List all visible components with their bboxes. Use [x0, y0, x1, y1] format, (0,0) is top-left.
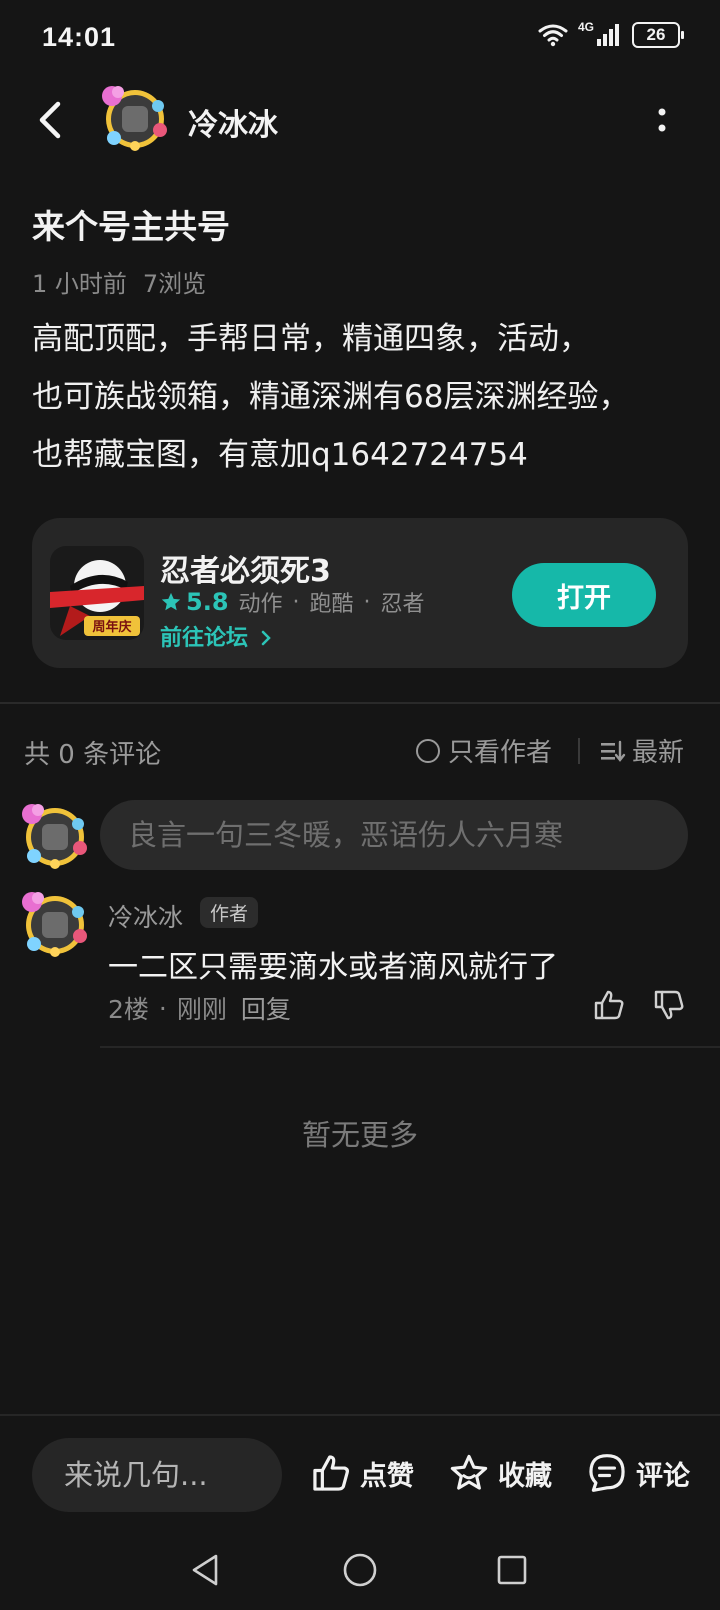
nav-recent-icon[interactable] — [496, 1554, 528, 1586]
game-tag: 忍者 — [380, 592, 425, 617]
rating-value: 5.8 — [186, 588, 229, 616]
comment-label: 评论 — [636, 1460, 690, 1492]
post-time: 1 小时前 — [32, 270, 127, 298]
comment-time: 刚刚 — [176, 995, 227, 1024]
tag-separator: · — [292, 589, 300, 615]
like-button[interactable]: 点赞 — [310, 1452, 414, 1494]
game-icon: 周年庆 — [50, 546, 144, 640]
forum-link[interactable]: 前往论坛 — [160, 620, 272, 652]
thumbs-up-icon[interactable] — [592, 988, 626, 1022]
author-only-label: 只看作者 — [448, 738, 553, 768]
sort-newest-button[interactable]: 最新 — [600, 732, 684, 769]
status-icons: 4G 26 — [538, 20, 684, 48]
game-tag: 动作 — [238, 592, 283, 617]
post-title: 来个号主共号 — [32, 207, 230, 246]
radio-circle-icon — [416, 738, 440, 763]
back-arrow-icon[interactable] — [30, 98, 70, 142]
comment-count: 共 0 条评论 — [24, 740, 162, 770]
thumbs-up-icon — [313, 1455, 349, 1491]
user-avatar — [22, 804, 87, 869]
star-icon — [450, 1454, 488, 1490]
post-body: 高配顶配，手帮日常，精通四象，活动， 也可族战领箱，精通深渊有68层深渊经验， … — [32, 321, 630, 473]
battery-level: 26 — [646, 25, 666, 44]
star-icon — [161, 592, 181, 611]
network-type: 4G — [577, 20, 594, 34]
thumbs-down-icon[interactable] — [652, 988, 686, 1022]
author-badge: 作者 — [200, 897, 259, 928]
favorite-button[interactable]: 收藏 — [448, 1452, 552, 1494]
sort-icon — [601, 740, 626, 762]
nav-home-icon[interactable] — [342, 1552, 378, 1588]
comment-input[interactable] — [100, 800, 688, 870]
game-card[interactable]: 周年庆 忍者必须死3 5.8 动作 · 跑酷 · 忍者 前往论坛 打开 — [32, 518, 688, 668]
no-more-label: 暂无更多 — [301, 1118, 418, 1152]
like-label: 点赞 — [360, 1460, 414, 1492]
status-time: 14:01 — [42, 22, 117, 52]
comment-floor: 2楼 — [108, 995, 149, 1024]
comment-author-name[interactable]: 冷冰冰 — [108, 898, 183, 934]
more-vertical-icon[interactable] — [656, 104, 668, 136]
open-game-button[interactable]: 打开 — [512, 563, 656, 627]
comment-meta: 2楼 · 刚刚 回复 — [108, 990, 291, 1026]
game-rating: 5.8 — [160, 588, 229, 616]
filter-separator — [578, 738, 580, 764]
meta-separator: · — [158, 993, 167, 1023]
post-views: 7浏览 — [142, 270, 207, 298]
favorite-label: 收藏 — [498, 1460, 552, 1492]
comment-divider — [100, 1046, 720, 1048]
battery-icon: 26 — [632, 22, 684, 48]
signal-icon — [597, 24, 619, 46]
nav-back-icon[interactable] — [188, 1552, 224, 1588]
bottom-comment-input[interactable] — [32, 1438, 282, 1512]
game-tag: 跑酷 — [309, 592, 354, 617]
author-name[interactable]: 冷冰冰 — [188, 100, 278, 144]
wifi-icon — [538, 24, 568, 47]
forum-link-label: 前往论坛 — [160, 626, 249, 651]
tag-separator: · — [363, 589, 371, 615]
chevron-right-icon — [261, 630, 271, 646]
bottom-bar-divider — [0, 1414, 720, 1416]
comment-text[interactable]: 一二区只需要滴水或者滴风就行了 — [108, 942, 558, 986]
game-info: 5.8 动作 · 跑酷 · 忍者 — [160, 586, 425, 618]
reply-button[interactable]: 回复 — [241, 990, 291, 1026]
author-only-filter[interactable]: 只看作者 — [416, 732, 552, 769]
comment-author-avatar[interactable] — [20, 888, 90, 958]
section-divider — [0, 702, 720, 704]
comment-bubble-icon — [589, 1454, 625, 1492]
game-icon-badge: 周年庆 — [92, 619, 131, 635]
game-name[interactable]: 忍者必须死3 — [160, 546, 331, 590]
sort-label: 最新 — [632, 738, 685, 768]
post-meta: 1 小时前 7浏览 — [32, 264, 206, 299]
comment-button[interactable]: 评论 — [586, 1452, 690, 1494]
author-avatar[interactable] — [100, 82, 170, 152]
